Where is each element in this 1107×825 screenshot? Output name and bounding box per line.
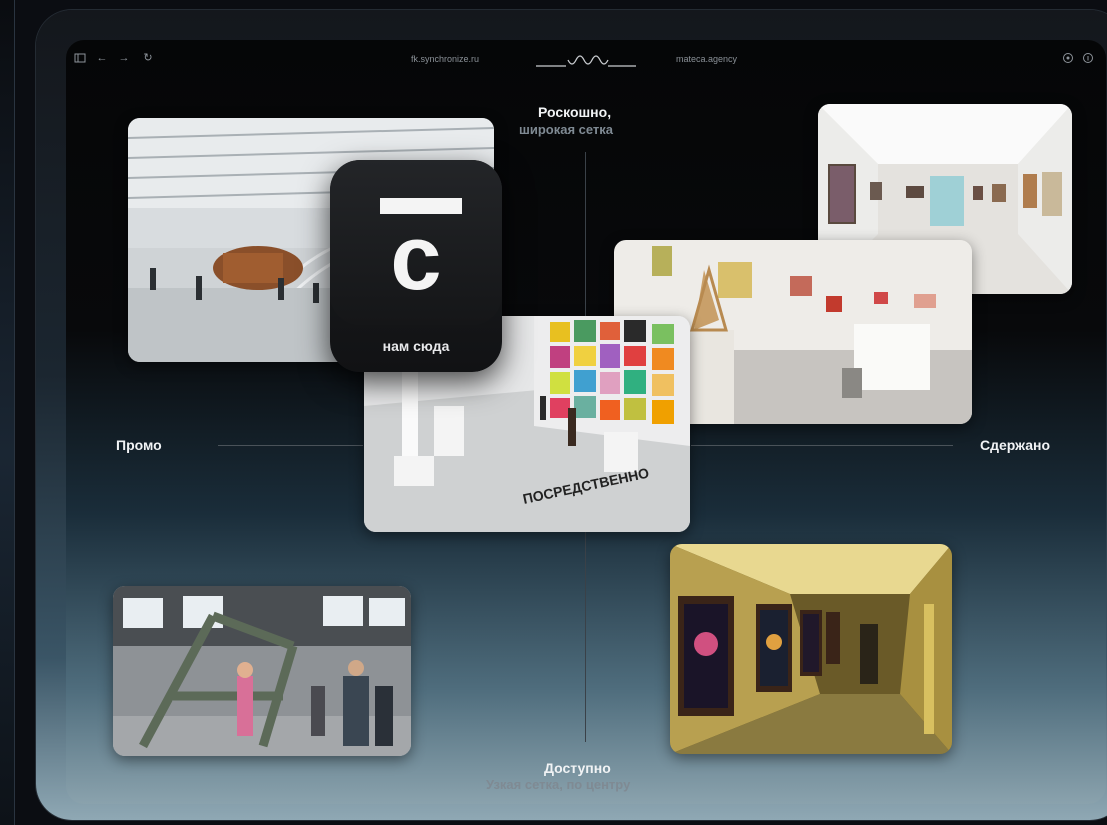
app-icon-face: с [330,160,502,325]
browser-toolbar: ← → ↻ fk.synchronize.ru mateca.agency [66,40,1106,78]
app-icon[interactable]: с нам сюда [330,160,502,372]
brand-logo [536,55,636,67]
back-icon[interactable]: ← [96,52,108,64]
horizontal-axis-line-right [691,445,953,446]
photo-metro-gallery[interactable] [670,544,952,754]
app-icon-letter: с [390,207,442,309]
url-right[interactable]: mateca.agency [676,54,737,64]
label-top-title: Роскошно, [538,104,612,120]
forward-icon[interactable]: → [118,52,130,64]
horizontal-axis-line-left [218,445,363,446]
label-bottom-title: Доступно [544,760,611,776]
label-right: Сдержано [980,437,1051,453]
browser-screen: ← → ↻ fk.synchronize.ru mateca.agency Ро… [66,40,1106,804]
info-icon[interactable] [1082,52,1094,64]
label-top-sub: широкая сетка [519,122,614,137]
app-icon-caption: нам сюда [382,338,450,354]
photo-industrial-hall[interactable] [113,586,411,756]
extension-icon[interactable] [1062,52,1074,64]
sidebar-icon[interactable] [74,52,86,64]
label-left: Промо [116,437,162,453]
adjacent-slide-edge [0,0,15,825]
label-bottom-sub: Узкая сетка, по центру [486,777,631,792]
reload-icon[interactable]: ↻ [142,52,154,64]
url-left[interactable]: fk.synchronize.ru [411,54,479,64]
